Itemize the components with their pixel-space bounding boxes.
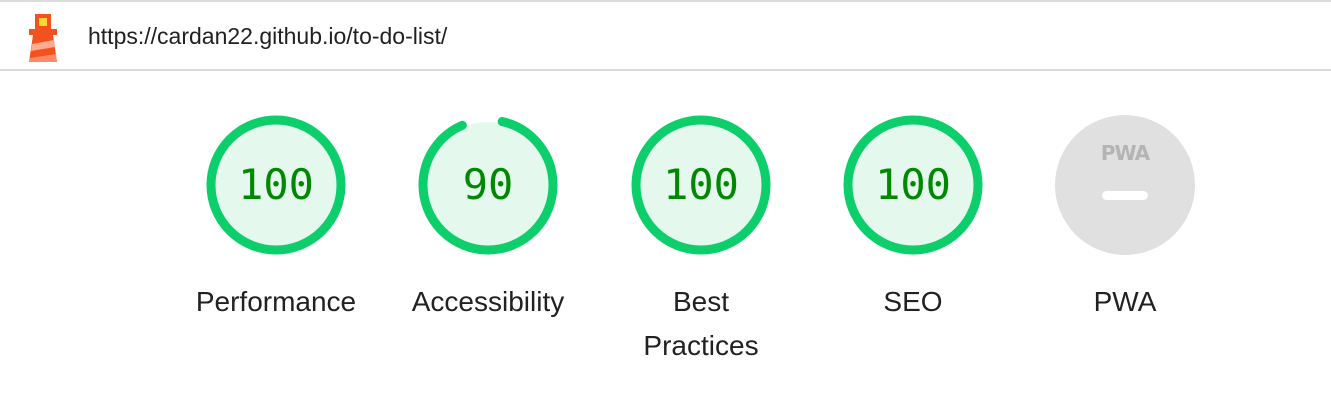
gauge-score: 100 — [875, 160, 951, 209]
gauge-label: Best Practices — [643, 286, 759, 361]
score-gauges: 100 Performance 90 Accessibility 100 Bes… — [0, 0, 1331, 402]
gauge-accessibility[interactable]: 90 Accessibility — [378, 115, 598, 375]
pwa-badge-disc: PWA — [1055, 115, 1195, 255]
gauge-label: PWA — [1093, 286, 1157, 317]
gauge-label: Accessibility — [411, 286, 565, 317]
gauge-performance[interactable]: 100 Performance — [166, 115, 386, 375]
gauge-score: 100 — [238, 160, 314, 209]
gauge-best-practices[interactable]: 100 Best Practices — [591, 115, 811, 375]
gauge-pwa[interactable]: PWA PWA — [1015, 115, 1235, 375]
not-applicable-dash-icon — [1102, 191, 1148, 200]
gauge-label: Performance — [195, 286, 357, 317]
gauge-seo[interactable]: 100 SEO — [803, 115, 1023, 375]
gauge-score: 90 — [462, 160, 514, 209]
gauge-label: SEO — [883, 286, 943, 317]
pwa-icon: PWA — [1100, 141, 1150, 165]
gauge-score: 100 — [663, 160, 739, 209]
